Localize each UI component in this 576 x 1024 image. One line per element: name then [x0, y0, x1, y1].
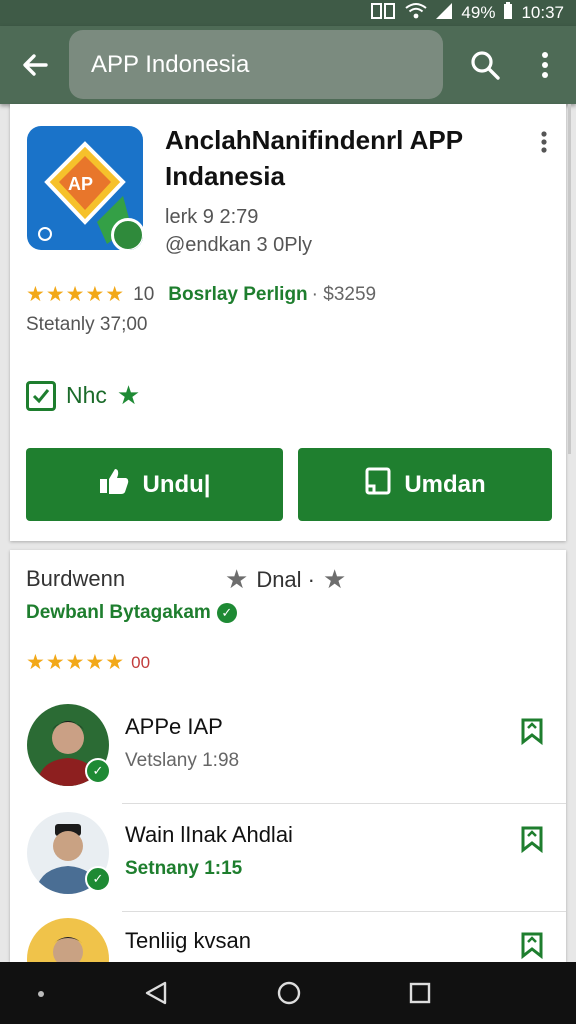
search-input-text: APP Indonesia	[91, 50, 250, 78]
document-icon	[364, 466, 392, 503]
thumbs-up-icon	[98, 467, 130, 502]
battery-icon	[503, 1, 513, 25]
badge-label: Nhc	[66, 382, 107, 408]
app-meta-publisher: @endkan 3 0Ply	[165, 234, 313, 256]
status-bar-right: 49% 10:37	[371, 0, 564, 26]
verified-check-icon: ✓	[216, 603, 237, 623]
arrow-left-icon[interactable]	[18, 48, 52, 82]
scrollbar[interactable]	[568, 104, 571, 454]
more-vert-icon[interactable]	[538, 130, 550, 154]
updated-label: Stetanly 37;00	[26, 314, 148, 335]
navigation-bar	[0, 962, 576, 1024]
verified-badge-icon	[111, 218, 143, 250]
download-button[interactable]: Undu|	[26, 448, 283, 521]
avatar	[27, 918, 109, 962]
app-icon[interactable]: AP	[27, 126, 143, 250]
section-rating: ★★★★★ 00	[26, 650, 150, 675]
divider	[122, 911, 566, 912]
app-icon-text: AP	[68, 174, 93, 194]
section-right: ★ Dnal · ★	[225, 564, 346, 595]
section-title: Burdwenn	[26, 566, 126, 591]
list-item[interactable]: ✓ APPe IAP Vetslany 1:98	[10, 700, 566, 804]
more-vert-icon[interactable]	[534, 48, 556, 82]
section-rating-value: 00	[131, 652, 151, 672]
list-item-title: APPe IAP	[125, 714, 223, 739]
section-developer[interactable]: Dewbanl Bytagakam ✓	[26, 602, 237, 624]
secondary-button-label: Umdan	[404, 470, 486, 498]
nav-home-icon[interactable]	[276, 980, 302, 1006]
bookmark-icon[interactable]	[518, 716, 546, 746]
rating-stars-icon: ★★★★★	[26, 651, 126, 674]
dot-icon	[38, 991, 44, 997]
secondary-button[interactable]: Umdan	[298, 448, 552, 521]
app-detail-card: AP AnclahNanifindenrl APP Indanesia lerk…	[10, 104, 566, 541]
status-bar: 49% 10:37	[0, 0, 576, 26]
list-item-subtitle: Vetslany 1:98	[125, 750, 240, 771]
bookmark-icon[interactable]	[518, 824, 546, 854]
verified-check-icon: ✓	[85, 758, 111, 784]
download-button-label: Undu|	[142, 470, 211, 498]
wifi-icon	[405, 2, 428, 25]
app-meta-version: lerk 9 2:79	[165, 206, 259, 228]
battery-percent: 49%	[461, 3, 496, 22]
star-icon: ★	[225, 564, 249, 594]
verified-check-icon: ✓	[85, 866, 111, 892]
rating-stars-icon: ★★★★★	[26, 283, 126, 306]
search-icon[interactable]	[468, 48, 502, 82]
editor-badge-row: Nhc ★	[26, 380, 140, 411]
app-title: AnclahNanifindenrl APP Indanesia	[165, 125, 463, 191]
bookmark-icon[interactable]	[518, 930, 546, 960]
nav-recents-icon[interactable]	[409, 982, 431, 1004]
star-icon: ★	[116, 380, 141, 410]
clock: 10:37	[521, 3, 564, 22]
related-card: Burdwenn ★ Dnal · ★ Dewbanl Bytagakam ✓ …	[10, 550, 566, 962]
developer-link[interactable]: Bosrlay Perlign	[168, 284, 307, 306]
list-item-title: Wain lInak Ahdlai	[125, 822, 293, 847]
rating-count: 10	[133, 283, 155, 305]
divider	[122, 803, 566, 804]
app-toolbar: APP Indonesia	[0, 26, 576, 104]
list-item-title: Tenliig kvsan	[125, 928, 251, 953]
nav-back-icon[interactable]	[143, 980, 169, 1006]
nfc-icon	[371, 2, 397, 25]
section-right-label: Dnal ·	[256, 566, 315, 592]
list-item[interactable]: Tenliig kvsan	[10, 914, 566, 962]
list-item-subtitle: Setnany 1:15	[125, 858, 243, 879]
section-developer-name: Dewbanl Bytagakam	[26, 602, 211, 623]
rating-row: ★★★★★ 10 Bosrlay Perlign · $3259	[26, 282, 376, 307]
star-icon: ★	[323, 564, 347, 594]
signal-icon	[435, 2, 453, 25]
list-item[interactable]: ✓ Wain lInak Ahdlai Setnany 1:15	[10, 808, 566, 912]
check-icon	[26, 380, 56, 411]
search-input[interactable]: APP Indonesia	[69, 30, 443, 99]
price-label: · $3259	[311, 283, 377, 305]
